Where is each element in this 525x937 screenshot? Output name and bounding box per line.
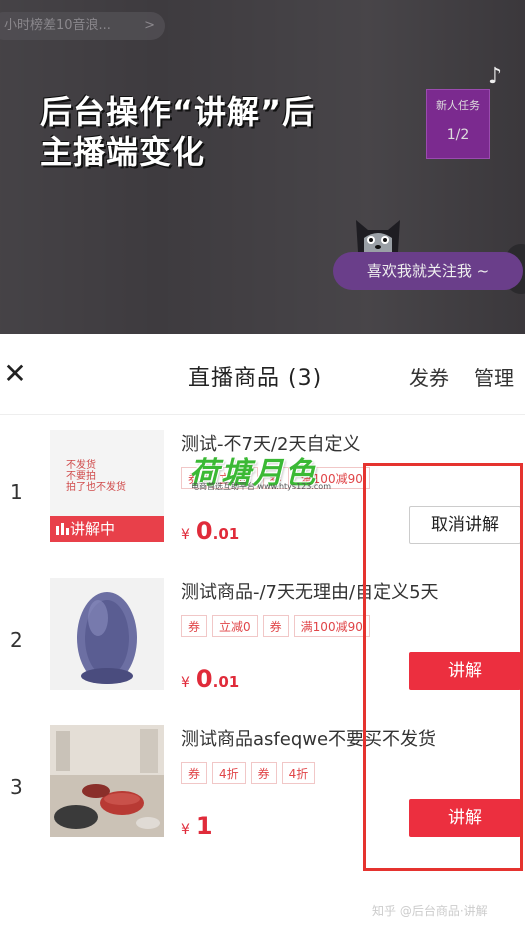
coupon-tag: 立减0 [212, 615, 258, 637]
row-index: 2 [10, 628, 23, 652]
close-icon[interactable]: ✕ [2, 360, 28, 388]
live-video-area: 小时榜差10音浪... > 后台操作“讲解”后 主播端变化 ♪ 新人任务 1/2… [0, 0, 525, 334]
product-price: ¥0.01 [181, 665, 240, 693]
site-watermark: 荷塘月色 电商首选互助平台 www.htys123.com [189, 448, 374, 494]
annotation-highlight-box [363, 463, 523, 871]
row-index: 1 [10, 480, 23, 504]
row-index: 3 [10, 775, 23, 799]
hourly-rank-text: 小时榜差10音浪... [4, 18, 111, 33]
product-price: ¥0.01 [181, 517, 240, 545]
product-price: ¥1 [181, 812, 213, 840]
cat-mascot-icon [356, 220, 400, 252]
explaining-label: 讲解中 [70, 520, 116, 538]
watermark-sub: 电商首选互助平台 www.htys123.com [191, 482, 331, 491]
chevron-right-icon: > [144, 18, 155, 33]
hourly-rank-pill[interactable]: 小时榜差10音浪... > [0, 12, 165, 40]
headline-line-1: 后台操作“讲解”后 [40, 93, 316, 131]
explaining-badge: 讲解中 [50, 516, 164, 542]
coupon-tag: 券 [181, 762, 208, 784]
cushion-image [50, 725, 164, 837]
coupon-tag: 4折 [281, 762, 316, 784]
slipper-image [77, 592, 137, 684]
tiktok-logo-icon: ♪ [488, 64, 503, 89]
newbie-task-card[interactable]: 新人任务 1/2 [426, 89, 490, 159]
task-label: 新人任务 [436, 99, 480, 112]
product-thumbnail[interactable] [50, 578, 164, 690]
overlay-headline: 后台操作“讲解”后 主播端变化 [40, 92, 315, 172]
coupon-tag: 券 [181, 615, 208, 637]
coupon-tags: 券立减0 券满100减90 [181, 615, 375, 637]
coupon-tag: 4折 [212, 762, 246, 784]
headline-line-2: 主播端变化 [40, 133, 206, 171]
coupon-tags: 券 4折券 4折 [181, 762, 320, 784]
coupon-tag: 券 [262, 615, 289, 637]
coupon-tag: 满100减90 [293, 615, 370, 637]
task-progress: 1/2 [446, 127, 470, 143]
panel-title: 直播商品 (3) [188, 366, 323, 391]
follow-banner[interactable]: 喜欢我就关注我 ~ [333, 252, 523, 290]
thumbnail-text: 不发货 不要拍 拍了也不发货 [66, 460, 126, 493]
issue-coupon-link[interactable]: 发券 [409, 362, 449, 391]
coupon-tag: 券 [250, 762, 277, 784]
manage-link[interactable]: 管理 [474, 362, 514, 391]
panel-header: ✕ 直播商品 (3) 发券 管理 [0, 334, 525, 415]
product-thumbnail[interactable] [50, 725, 164, 837]
product-thumbnail[interactable]: 不发货 不要拍 拍了也不发货 讲解中 [50, 430, 164, 542]
zhihu-watermark: 知乎 @后台商品·讲解 [372, 904, 488, 918]
sound-bars-icon [56, 523, 69, 535]
